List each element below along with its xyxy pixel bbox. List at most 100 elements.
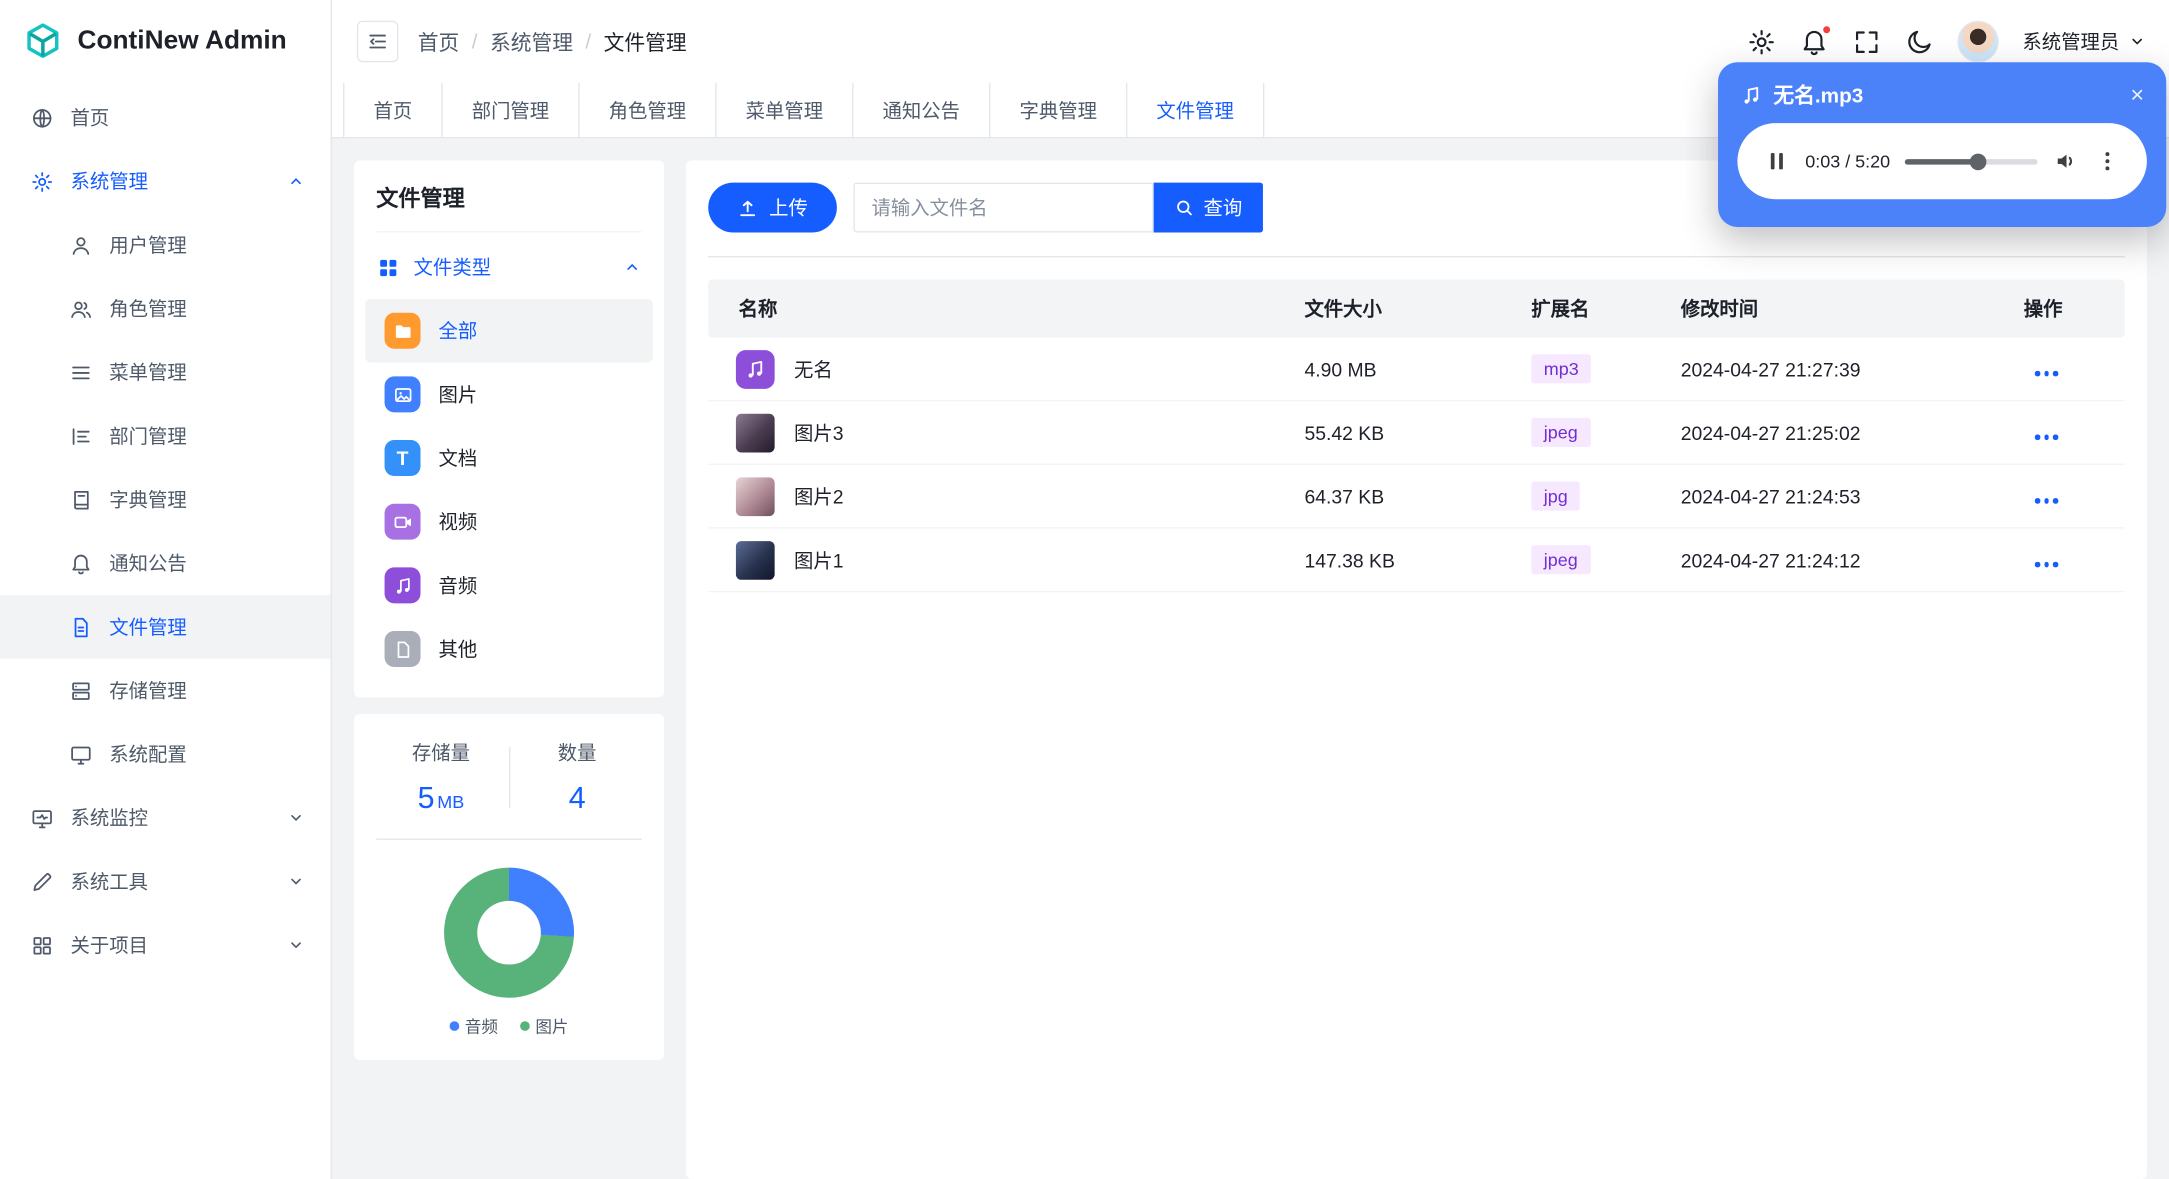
breadcrumb-home[interactable]: 首页: [418, 27, 460, 56]
sidebar-item-users[interactable]: 用户管理: [0, 213, 331, 277]
upload-button[interactable]: 上传: [708, 182, 837, 233]
file-thumbnail: [735, 476, 775, 516]
file-icon: [384, 631, 421, 667]
row-actions-button[interactable]: [2024, 370, 2058, 376]
app-logo[interactable]: ContiNew Admin: [0, 0, 331, 83]
sidebar-item-files[interactable]: 文件管理: [0, 595, 331, 659]
tab-dictionary[interactable]: 字典管理: [990, 83, 1128, 137]
file-name: 图片1: [794, 548, 844, 571]
file-type-documents[interactable]: T 文档: [365, 426, 653, 490]
table-row[interactable]: 图片2 64.37 KB jpg 2024-04-27 21:24:53: [708, 465, 2125, 529]
app-window: ContiNew Admin 首页 系统管理 用户管理 角色管理 菜单管理 部门…: [0, 0, 2169, 1179]
tab-departments[interactable]: 部门管理: [443, 83, 580, 137]
table-row[interactable]: 图片3 55.42 KB jpeg 2024-04-27 21:25:02: [708, 401, 2125, 465]
col-actions: 操作: [2023, 297, 2063, 320]
sidebar-item-label: 角色管理: [109, 297, 187, 320]
file-list-card: 上传 查询 名称 文件大小: [686, 160, 2147, 1179]
row-actions-button[interactable]: [2024, 434, 2058, 440]
audio-controls: 0:03 / 5:20: [1737, 123, 2147, 200]
sidebar-item-monitoring[interactable]: 系统监控: [0, 786, 331, 850]
legend-audio: 音频: [449, 1014, 498, 1038]
monitor-pulse-icon: [30, 806, 54, 830]
fullscreen-button[interactable]: [1852, 27, 1881, 56]
file-table: 名称 文件大小 扩展名 修改时间 操作 无名 4.90 MB mp3 2024-…: [708, 279, 2125, 593]
tab-roles[interactable]: 角色管理: [580, 83, 717, 137]
file-type-label: 全部: [438, 319, 478, 342]
breadcrumb-separator: /: [585, 29, 592, 54]
count-label: 数量: [557, 741, 597, 764]
stats-chart-divider: [376, 838, 642, 840]
file-type-videos[interactable]: 视频: [365, 490, 653, 554]
file-time: 2024-04-27 21:24:12: [1680, 548, 1861, 571]
close-icon[interactable]: ×: [2130, 83, 2144, 107]
file-type-group-toggle[interactable]: 文件类型: [376, 235, 642, 299]
settings-gear-button[interactable]: [1747, 27, 1776, 56]
sidebar-item-departments[interactable]: 部门管理: [0, 404, 331, 468]
sidebar-item-storage[interactable]: 存储管理: [0, 659, 331, 723]
music-note-icon: [384, 567, 421, 604]
audio-progress-slider[interactable]: [1905, 158, 2038, 164]
sidebar-item-home[interactable]: 首页: [0, 86, 331, 150]
file-time: 2024-04-27 21:27:39: [1680, 357, 1861, 380]
storage-stat: 存储量 5 MB: [373, 739, 508, 816]
upload-label: 上传: [769, 196, 808, 219]
logo-icon: [22, 21, 63, 63]
file-type-label: 其他: [438, 637, 478, 661]
table-row[interactable]: 无名 4.90 MB mp3 2024-04-27 21:27:39: [708, 338, 2125, 402]
search-group: 查询: [853, 182, 1263, 233]
breadcrumb-section[interactable]: 系统管理: [490, 27, 573, 56]
sidebar-collapse-button[interactable]: [356, 20, 399, 63]
query-button[interactable]: 查询: [1153, 182, 1263, 233]
col-name: 名称: [738, 297, 778, 320]
table-row[interactable]: 图片1 147.38 KB jpeg 2024-04-27 21:24:12: [708, 529, 2125, 593]
file-type-list: 全部 图片 T 文档 视频 音频 其他: [365, 298, 653, 681]
breadcrumb: 首页 / 系统管理 / 文件管理: [418, 27, 1728, 56]
donut-legend: 音频 图片: [373, 1014, 644, 1038]
dark-mode-moon-button[interactable]: [1905, 27, 1934, 56]
row-actions-button[interactable]: [2024, 561, 2058, 567]
volume-icon[interactable]: [2053, 148, 2079, 174]
sidebar-item-dictionary[interactable]: 字典管理: [0, 468, 331, 532]
file-type-all[interactable]: 全部: [365, 298, 653, 363]
tab-home[interactable]: 首页: [343, 83, 443, 137]
user-icon: [69, 233, 93, 257]
tree-list-icon: [69, 424, 93, 448]
notification-bell-button[interactable]: [1800, 24, 1832, 56]
file-type-label: 音频: [438, 574, 478, 597]
sidebar-item-label: 菜单管理: [109, 361, 187, 384]
row-actions-button[interactable]: [2024, 498, 2058, 504]
sidebar-item-roles[interactable]: 角色管理: [0, 277, 331, 341]
sidebar-item-label: 系统管理: [70, 170, 149, 193]
ext-badge: mp3: [1531, 354, 1592, 384]
sidebar-item-config[interactable]: 系统配置: [0, 722, 331, 786]
notification-dot: [1821, 24, 1832, 34]
user-avatar[interactable]: [1957, 20, 1999, 63]
file-size: 55.42 KB: [1304, 421, 1385, 444]
table-header: 名称 文件大小 扩展名 修改时间 操作: [708, 279, 2125, 338]
search-input[interactable]: [853, 182, 1154, 233]
file-type-other[interactable]: 其他: [365, 617, 653, 681]
sidebar-menu: 首页 系统管理 用户管理 角色管理 菜单管理 部门管理 字典管理 通知公告 文件…: [0, 83, 331, 1179]
sidebar-item-tools[interactable]: 系统工具: [0, 850, 331, 914]
sidebar-item-system[interactable]: 系统管理: [0, 149, 331, 213]
sidebar-item-about[interactable]: 关于项目: [0, 913, 331, 977]
tab-notices[interactable]: 通知公告: [853, 83, 991, 137]
user-menu[interactable]: 系统管理员: [2022, 28, 2146, 56]
storage-unit: MB: [437, 791, 465, 813]
file-type-label: 文档: [438, 446, 478, 470]
chevron-down-icon: [286, 872, 305, 891]
sidebar-item-label: 字典管理: [109, 488, 187, 511]
file-thumbnail: [735, 413, 775, 452]
bell-icon: [69, 551, 93, 575]
file-type-images[interactable]: 图片: [365, 363, 653, 427]
grid-small-icon: [376, 255, 400, 279]
tab-menus[interactable]: 菜单管理: [717, 83, 854, 137]
file-type-audio[interactable]: 音频: [365, 554, 653, 618]
more-options-kebab-icon[interactable]: [2094, 148, 2120, 174]
sidebar-item-menus[interactable]: 菜单管理: [0, 340, 331, 404]
sidebar-item-label: 首页: [70, 106, 110, 129]
pause-button[interactable]: [1764, 148, 1790, 174]
sidebar-item-notices[interactable]: 通知公告: [0, 531, 331, 595]
menu-lines-icon: [69, 360, 93, 384]
tab-files[interactable]: 文件管理: [1127, 83, 1265, 137]
